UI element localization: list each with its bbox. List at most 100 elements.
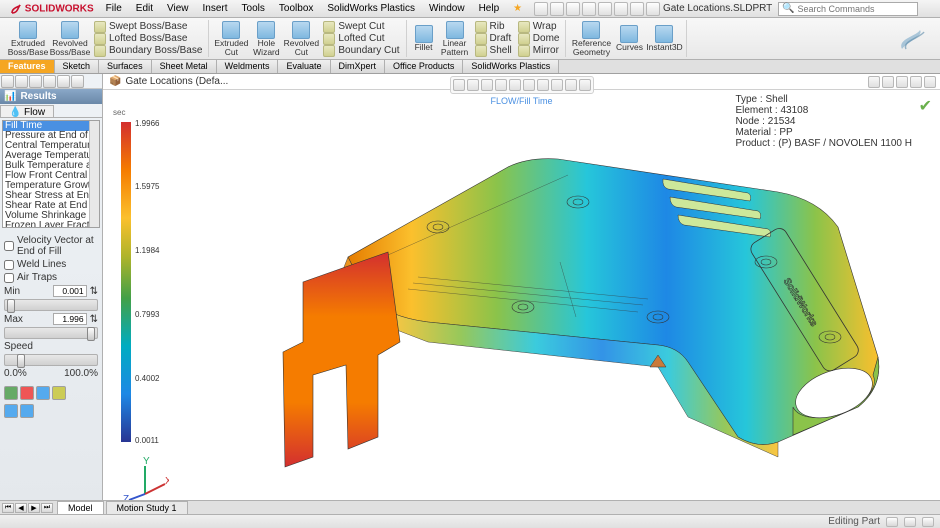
draft-button[interactable]: Draft — [473, 33, 514, 45]
qat-options-icon[interactable] — [630, 2, 644, 16]
prev-view-icon[interactable] — [481, 79, 493, 91]
stop-icon[interactable] — [20, 386, 34, 400]
max-spinner-icon[interactable]: ⇅ — [90, 314, 98, 325]
vp-window-icon[interactable] — [882, 76, 894, 88]
dome-button[interactable]: Dome — [516, 33, 562, 45]
lofted-boss-button[interactable]: Lofted Boss/Base — [92, 33, 204, 45]
velocity-checkbox[interactable] — [4, 241, 14, 251]
vp-tile-icon[interactable] — [868, 76, 880, 88]
view-settings-icon[interactable] — [579, 79, 591, 91]
tab-weldments[interactable]: Weldments — [217, 60, 279, 73]
linear-pattern-icon[interactable] — [446, 21, 464, 39]
boundary-cut-button[interactable]: Boundary Cut — [321, 45, 401, 57]
qat-open-icon[interactable] — [550, 2, 564, 16]
wrap-button[interactable]: Wrap — [516, 21, 562, 33]
status-grid-icon[interactable] — [922, 517, 934, 527]
scrollbar[interactable] — [89, 121, 99, 227]
tab-model[interactable]: Model — [57, 501, 104, 515]
tab-motion[interactable]: Motion Study 1 — [106, 501, 188, 515]
qat-new-icon[interactable] — [534, 2, 548, 16]
qat-rebuild-icon[interactable] — [614, 2, 628, 16]
qat-save-icon[interactable] — [566, 2, 580, 16]
instant3d-icon[interactable] — [655, 25, 673, 43]
zoom-area-icon[interactable] — [467, 79, 479, 91]
min-input[interactable] — [53, 285, 87, 297]
export-icon[interactable] — [36, 386, 50, 400]
search-input[interactable] — [797, 4, 914, 14]
menu-file[interactable]: File — [100, 1, 128, 16]
rib-button[interactable]: Rib — [473, 21, 514, 33]
min-spinner-icon[interactable]: ⇅ — [90, 286, 98, 297]
extruded-cut-icon[interactable] — [222, 21, 240, 39]
qat-more-icon[interactable] — [646, 2, 660, 16]
menu-view[interactable]: View — [161, 1, 195, 16]
scene-icon[interactable] — [551, 79, 563, 91]
curves-icon[interactable] — [620, 25, 638, 43]
panel-property-icon[interactable] — [15, 75, 28, 88]
menu-tools[interactable]: Tools — [236, 1, 271, 16]
tab-sketch[interactable]: Sketch — [55, 60, 100, 73]
max-input[interactable] — [53, 313, 87, 325]
boundary-boss-button[interactable]: Boundary Boss/Base — [92, 45, 204, 57]
tab-features[interactable]: Features — [0, 60, 55, 73]
part-model[interactable]: SolidWorks — [218, 107, 908, 487]
graphics-viewport[interactable]: 📦 Gate Locations (Defa... FLOW/Fill — [103, 74, 940, 514]
swept-cut-button[interactable]: Swept Cut — [321, 21, 401, 33]
swept-boss-button[interactable]: Swept Boss/Base — [92, 21, 204, 33]
breadcrumb[interactable]: 📦 Gate Locations (Defa... — [103, 76, 234, 87]
tab-surfaces[interactable]: Surfaces — [99, 60, 152, 73]
status-custom-icon[interactable] — [904, 517, 916, 527]
menu-plastics[interactable]: SolidWorks Plastics — [321, 1, 421, 16]
panel-config-icon[interactable] — [29, 75, 42, 88]
panel-plastics-icon[interactable] — [71, 75, 84, 88]
tab-first-icon[interactable]: ⏮ — [2, 503, 14, 513]
hide-show-icon[interactable] — [537, 79, 549, 91]
menu-window[interactable]: Window — [423, 1, 471, 16]
search-commands[interactable]: 🔍 — [778, 2, 918, 16]
tab-next-icon[interactable]: ▶ — [28, 503, 40, 513]
ctrl2-icon[interactable] — [20, 404, 34, 418]
mirror-button[interactable]: Mirror — [516, 45, 562, 57]
panel-tree-icon[interactable] — [1, 75, 14, 88]
weld-checkbox[interactable] — [4, 260, 14, 270]
tab-flow[interactable]: 💧 Flow — [0, 105, 54, 117]
vp-max-icon[interactable] — [910, 76, 922, 88]
display-style-icon[interactable] — [523, 79, 535, 91]
tab-dimxpert[interactable]: DimXpert — [331, 60, 386, 73]
menu-expand-icon[interactable]: ★ — [507, 1, 528, 16]
shell-button[interactable]: Shell — [473, 45, 514, 57]
section-icon[interactable] — [495, 79, 507, 91]
vp-min-icon[interactable] — [896, 76, 908, 88]
speed-slider[interactable] — [4, 354, 98, 366]
status-units-icon[interactable] — [886, 517, 898, 527]
appearance-icon[interactable] — [565, 79, 577, 91]
lofted-cut-button[interactable]: Lofted Cut — [321, 33, 401, 45]
revolved-boss-icon[interactable] — [61, 21, 79, 39]
tab-prev-icon[interactable]: ◀ — [15, 503, 27, 513]
tab-sheetmetal[interactable]: Sheet Metal — [152, 60, 217, 73]
results-list[interactable]: Fill Time Pressure at End of Fill Centra… — [2, 120, 100, 228]
ref-geometry-icon[interactable] — [582, 21, 600, 39]
extruded-boss-icon[interactable] — [19, 21, 37, 39]
vp-close-icon[interactable] — [924, 76, 936, 88]
play-icon[interactable] — [4, 386, 18, 400]
tab-last-icon[interactable]: ⏭ — [41, 503, 53, 513]
revolved-cut-icon[interactable] — [292, 21, 310, 39]
panel-dim-icon[interactable] — [43, 75, 56, 88]
qat-undo-icon[interactable] — [598, 2, 612, 16]
panel-display-icon[interactable] — [57, 75, 70, 88]
tab-plastics[interactable]: SolidWorks Plastics — [463, 60, 559, 73]
save-img-icon[interactable] — [52, 386, 66, 400]
tab-evaluate[interactable]: Evaluate — [278, 60, 330, 73]
qat-print-icon[interactable] — [582, 2, 596, 16]
menu-help[interactable]: Help — [473, 1, 506, 16]
zoom-fit-icon[interactable] — [453, 79, 465, 91]
max-slider[interactable] — [4, 327, 98, 339]
air-checkbox[interactable] — [4, 273, 14, 283]
min-slider[interactable] — [4, 299, 98, 311]
tab-office[interactable]: Office Products — [385, 60, 463, 73]
fillet-icon[interactable] — [415, 25, 433, 43]
help-icon[interactable] — [922, 2, 936, 16]
list-item[interactable]: Frozen Layer Fraction at End of — [3, 221, 99, 228]
view-orient-icon[interactable] — [509, 79, 521, 91]
